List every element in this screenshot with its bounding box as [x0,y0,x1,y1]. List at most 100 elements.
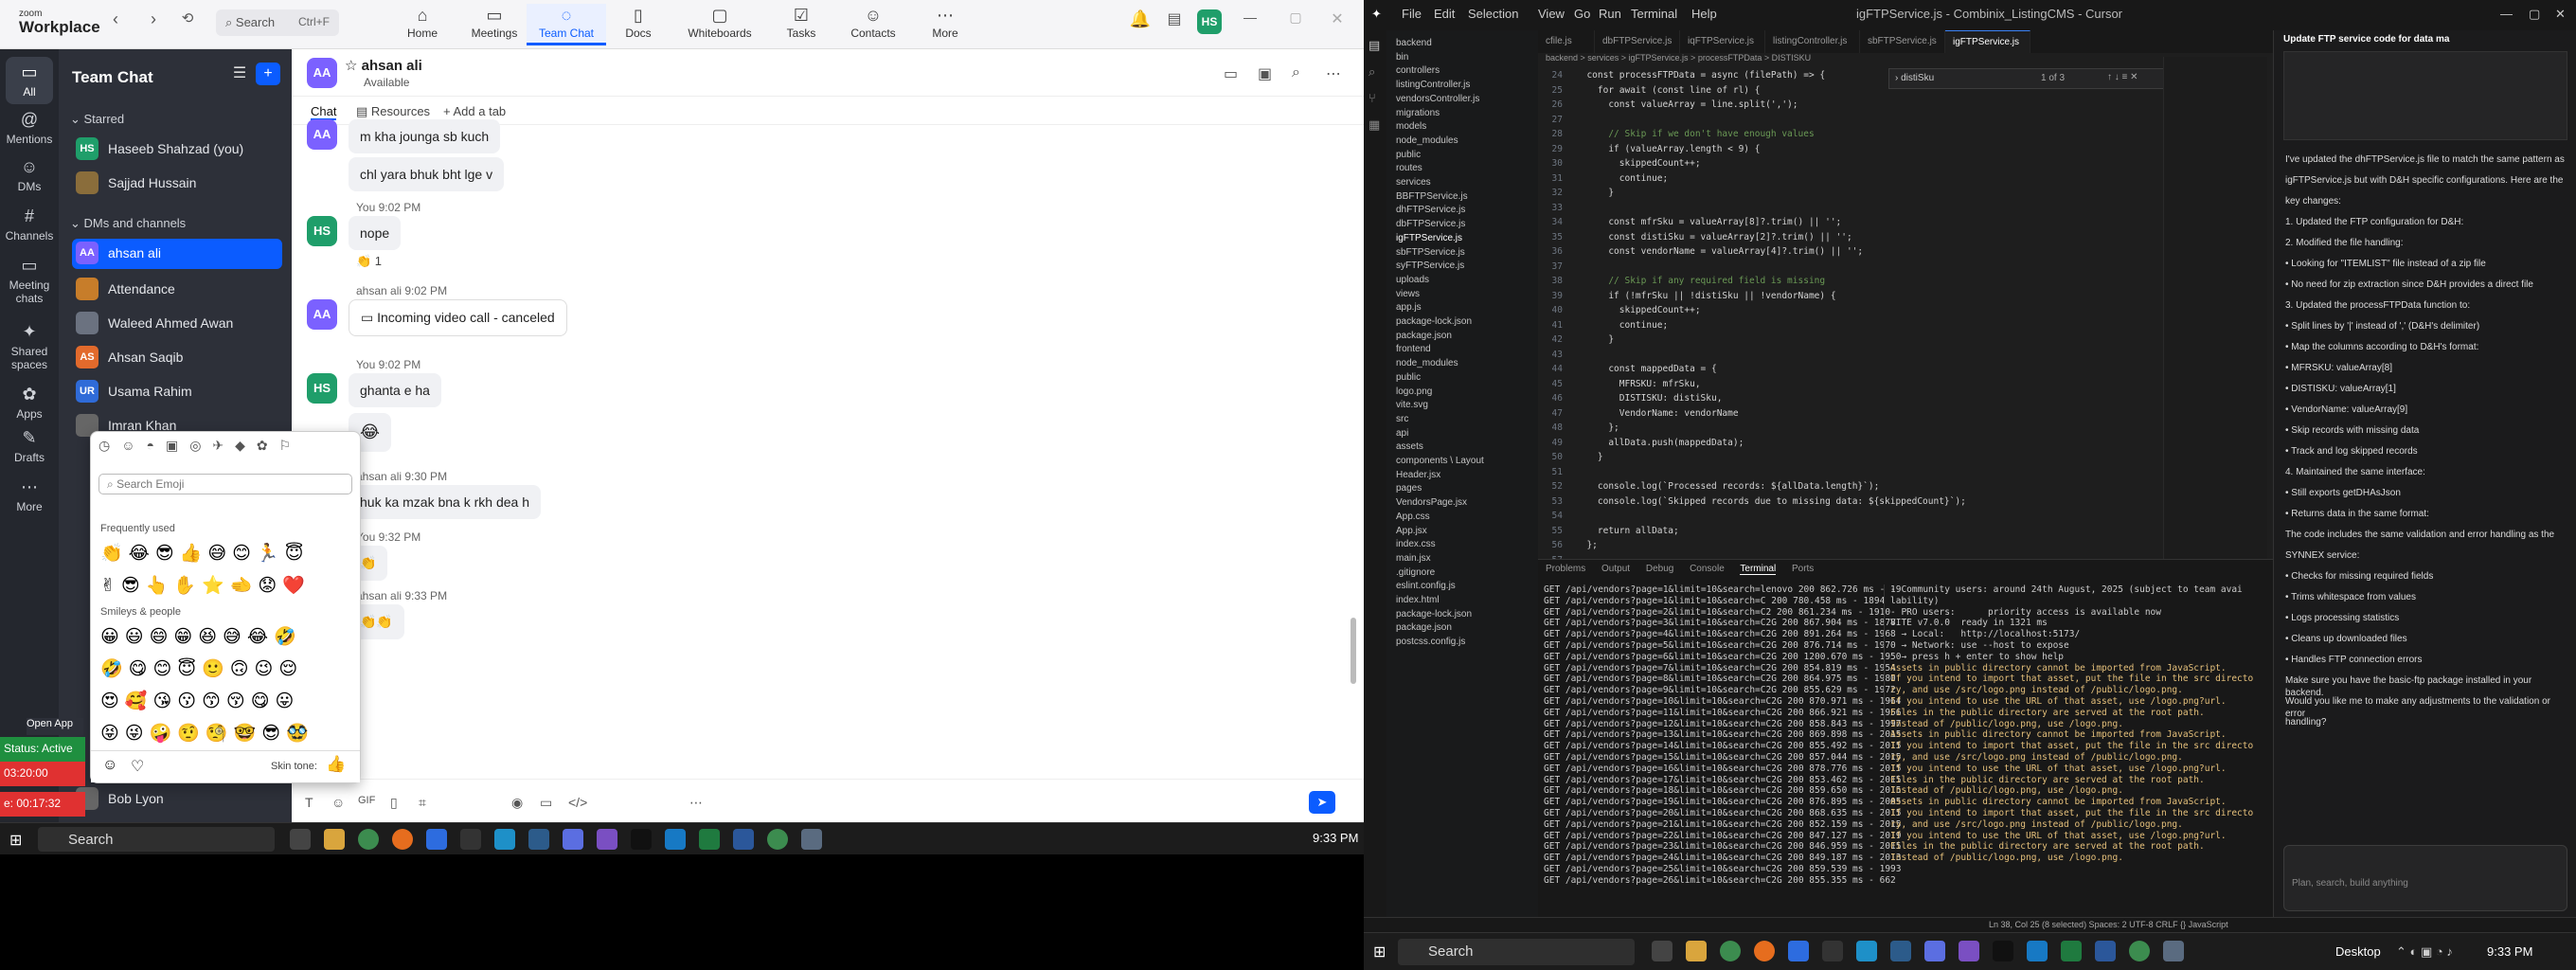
find-input[interactable]: distiSku [1901,73,1934,83]
emoji-row[interactable]: 😀😃😄😁😆😅😂🤣 [100,621,352,654]
chat-input[interactable]: Plan, search, build anything [2283,845,2567,911]
explorer-icon[interactable]: ▤ [1368,38,1380,53]
explorer-item[interactable]: postcss.config.js [1396,637,1465,647]
explorer-item[interactable]: BBFTPService.js [1396,191,1468,202]
tab-terminal[interactable]: Terminal [1740,564,1777,575]
rail-apps[interactable]: ✿ Apps [0,385,59,421]
explorer-item[interactable]: migrations [1396,108,1440,118]
word-icon[interactable] [2095,941,2116,961]
video-call-icon[interactable]: ▭ [1224,64,1238,83]
file-explorer-icon[interactable] [324,829,345,850]
app-icon[interactable] [1856,941,1877,961]
app-icon[interactable] [1993,941,2013,961]
tab-debug-console[interactable]: Debug Console [1646,564,1725,574]
explorer-item[interactable]: package.json [1396,331,1452,341]
search-input[interactable]: ⌕ Search Ctrl+F [216,9,339,36]
app-icon[interactable] [631,829,652,850]
menu-help[interactable]: Help [1691,7,1717,21]
explorer-item[interactable]: models [1396,121,1426,132]
taskbar-search[interactable]: Search [38,827,275,852]
scrollbar[interactable] [1351,618,1356,684]
find-widget[interactable]: › distiSku 1 of 3 ↑ ↓ ≡ ✕ [1888,68,2173,89]
emoji-icon[interactable]: ☺ [331,795,345,810]
more-options-icon[interactable]: ⋯ [1326,64,1341,83]
app-icon[interactable] [2163,941,2184,961]
chrome-icon[interactable] [1720,941,1741,961]
list-item[interactable]: AS Ahsan Saqib [72,343,282,373]
panel-tabs[interactable]: Problems Output Debug Console Terminal P… [1546,564,1814,575]
emoji-row[interactable]: 🤣😋😊😇🙂🙃😉😌 [100,654,352,686]
explorer-item[interactable]: assets [1396,441,1423,452]
list-item[interactable]: UR Usama Rahim [72,377,282,407]
terminal-backend[interactable]: GET /api/vendors?page=1&limit=10&search=… [1544,584,1902,887]
rail-meeting-chats[interactable]: ▭ Meeting chats [0,256,59,305]
file-icon[interactable]: ▯ [390,795,398,811]
rail-dms[interactable]: ☺ DMs [0,157,59,193]
explorer-item[interactable]: main.jsx [1396,553,1431,564]
source-control-icon[interactable]: ⑂ [1368,91,1376,105]
explorer-item[interactable]: App.css [1396,512,1430,522]
menu-run[interactable]: Run [1599,7,1621,21]
zoom-app-icon[interactable] [1788,941,1809,961]
bell-icon[interactable]: 🔔 [1129,9,1152,32]
explorer-item[interactable]: api [1396,428,1408,439]
explorer-item[interactable]: dbFTPService.js [1396,219,1465,229]
terminal-frontend[interactable]: - Community users: around 24th August, 2… [1884,584,2253,864]
app-icon[interactable] [597,829,617,850]
tab-contacts[interactable]: ☺ Contacts [833,4,913,45]
word-icon[interactable] [733,829,754,850]
list-item[interactable]: HS Haseeb Shahzad (you) [72,135,282,165]
explorer-item[interactable]: pages [1396,483,1422,494]
section-dms-channels[interactable]: ⌄ DMs and channels [70,216,186,231]
explorer-item[interactable]: views [1396,289,1420,299]
tab-docs[interactable]: ▯ Docs [599,4,678,45]
emoji-row[interactable]: 😝😜🤪🤨🧐🤓😎🥸 [100,718,352,750]
list-item[interactable]: Waleed Ahmed Awan [72,309,282,339]
explorer-item[interactable]: listingController.js [1396,80,1470,90]
explorer-item[interactable]: package-lock.json [1396,609,1472,620]
tab-chat[interactable]: Chat [311,104,337,120]
gif-icon[interactable]: GIF [358,795,375,806]
search-icon[interactable]: ⌕ [1292,64,1300,81]
mic-icon[interactable]: ◉ [511,795,523,811]
explorer-item[interactable]: Header.jsx [1396,470,1440,480]
list-item[interactable]: AA ahsan ali [72,239,282,269]
chrome-icon[interactable] [767,829,788,850]
explorer-item[interactable]: igFTPService.js [1396,233,1462,243]
rail-mentions[interactable]: @ Mentions [0,110,59,146]
maximize-icon[interactable]: ▢ [2529,7,2540,22]
list-item[interactable]: Bob Lyon [72,784,282,815]
history-icon[interactable]: ⟲ [176,9,199,32]
explorer-item[interactable]: VendorsPage.jsx [1396,497,1467,508]
explorer-item[interactable]: eslint.config.js [1396,581,1456,591]
vscode-icon[interactable] [2027,941,2048,961]
explorer-item[interactable]: logo.png [1396,386,1432,397]
tab-file-active[interactable]: igFTPService.js [1945,30,2030,53]
tab-output[interactable]: Output [1601,564,1630,574]
emoji-search-input[interactable]: ⌕ Search Emoji [98,474,352,494]
tray-icons[interactable]: ⌃ ◐ ▣ ◔ ♪ [2396,944,2453,960]
tab-home[interactable]: ⌂ Home [383,4,462,45]
explorer-item[interactable]: package.json [1396,622,1452,633]
app-icon[interactable] [801,829,822,850]
menu-go[interactable]: Go [1574,7,1590,21]
tab-tasks[interactable]: ☑ Tasks [761,4,841,45]
minimize-icon[interactable]: — [1239,9,1261,32]
task-view-icon[interactable] [290,829,311,850]
app-icon[interactable] [1924,941,1945,961]
video-message-icon[interactable]: ▭ [540,795,552,811]
back-icon[interactable]: ‹ [104,9,127,32]
explorer-item[interactable]: App.jsx [1396,526,1427,536]
menu-view[interactable]: View [1538,7,1565,21]
code-icon[interactable]: </> [568,795,587,810]
explorer-item[interactable]: bin [1396,52,1408,63]
extensions-icon[interactable]: ▦ [1368,117,1380,133]
excel-icon[interactable] [699,829,720,850]
vscode-icon[interactable] [665,829,686,850]
rail-channels[interactable]: # Channels [0,207,59,242]
close-icon[interactable]: ✕ [2555,7,2566,22]
explorer-item[interactable]: node_modules [1396,135,1458,146]
minimize-icon[interactable]: — [2500,7,2513,21]
explorer-item[interactable]: backend [1396,38,1432,48]
explorer-item[interactable]: node_modules [1396,358,1458,368]
